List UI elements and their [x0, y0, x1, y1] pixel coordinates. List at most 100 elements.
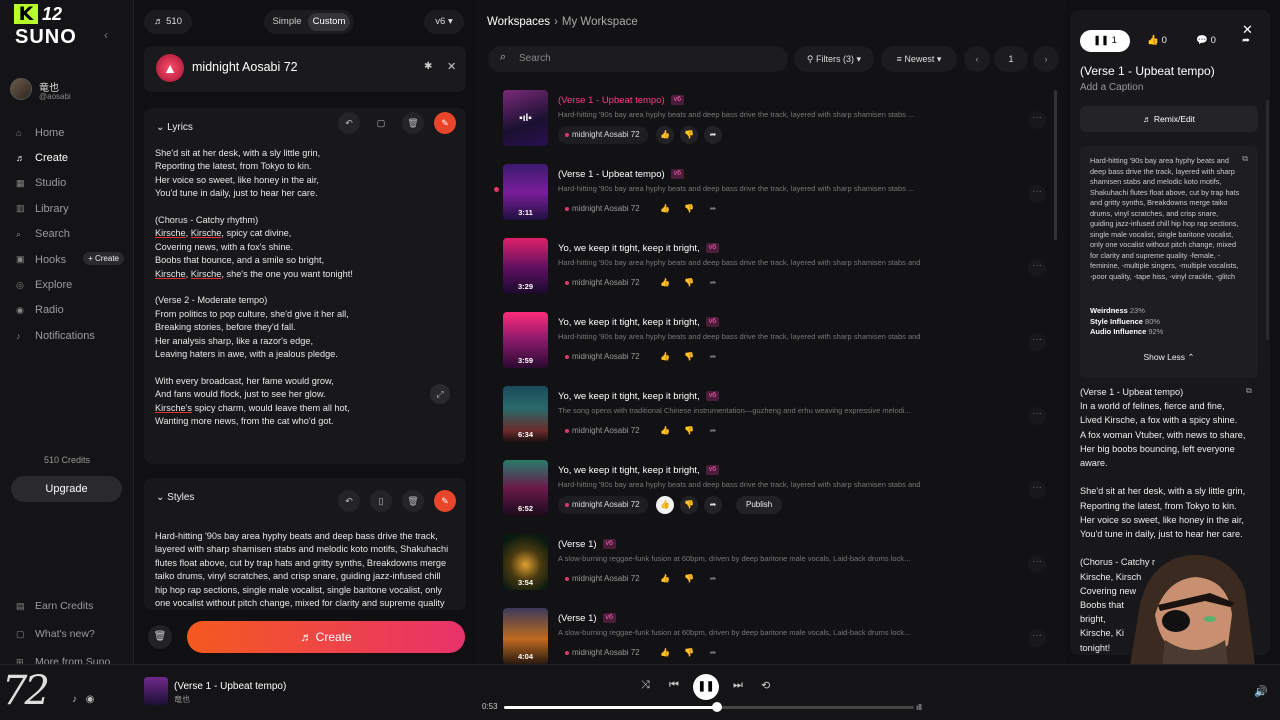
create-button[interactable]: ♬ Create	[187, 621, 465, 653]
song-row[interactable]: 6:52 Yo, we keep it tight, keep it brigh…	[476, 456, 1056, 530]
crumb-workspaces[interactable]: Workspaces	[487, 16, 550, 28]
song-thumbnail[interactable]: 6:52	[503, 460, 548, 516]
share-icon[interactable]: ➦	[704, 274, 722, 292]
nav-notifications[interactable]: ♪ Notifications	[10, 323, 128, 348]
more-options-icon[interactable]: ···	[1028, 111, 1046, 129]
like-icon[interactable]: 👍	[656, 274, 674, 292]
mode-simple-tab[interactable]: Simple	[267, 13, 307, 31]
song-title[interactable]: Yo, we keep it tight, keep it bright, v6	[558, 391, 720, 402]
more-options-icon[interactable]: ···	[1028, 555, 1046, 573]
social-icons[interactable]: ♪ ◉	[72, 694, 95, 705]
persona-card[interactable]: ▲ midnight Aosabi 72 ✱ ✕	[144, 46, 466, 92]
expand-icon[interactable]: ▢	[370, 112, 392, 134]
like-icon[interactable]: 👍	[656, 126, 674, 144]
now-playing-thumbnail[interactable]	[144, 677, 168, 705]
show-less-button[interactable]: Show Less ⌃	[1080, 352, 1258, 363]
song-thumbnail[interactable]: 3:59	[503, 312, 548, 368]
waveform-icon[interactable]: ıll	[916, 703, 922, 712]
persona-chip[interactable]: midnight Aosabi 72	[558, 348, 648, 366]
styles-header[interactable]: ⌄ Styles	[156, 492, 194, 503]
dislike-icon[interactable]: 👎	[680, 422, 698, 440]
remix-edit-button[interactable]: ♬ Remix/Edit	[1080, 106, 1258, 132]
upgrade-button[interactable]: Upgrade	[11, 476, 122, 502]
filters-button[interactable]: ⚲ Filters (3) ▾	[794, 46, 874, 72]
prev-page-button[interactable]: ‹	[964, 46, 990, 72]
next-icon[interactable]: ⏭	[733, 679, 743, 692]
song-title[interactable]: (Verse 1 - Upbeat tempo) v6	[558, 95, 685, 106]
share-icon[interactable]: ➦	[704, 570, 722, 588]
nav-create[interactable]: ♬ Create	[10, 145, 128, 170]
nav-earn-credits[interactable]: ▤ Earn Credits	[10, 592, 130, 620]
like-count[interactable]: 👍 0	[1136, 30, 1178, 52]
more-options-icon[interactable]: ···	[1028, 629, 1046, 647]
lyrics-header[interactable]: ⌄ Lyrics	[156, 122, 193, 133]
repeat-icon[interactable]: ⟲	[761, 679, 770, 692]
more-options-icon[interactable]: ···	[1028, 407, 1046, 425]
share-icon[interactable]: ➦	[704, 126, 722, 144]
user-profile[interactable]: 竜也 @aosabi	[10, 78, 125, 106]
logo[interactable]: K 12 SUNO	[14, 4, 82, 48]
song-row[interactable]: 3:59 Yo, we keep it tight, keep it brigh…	[476, 308, 1056, 382]
now-playing-artist[interactable]: 竜也	[174, 694, 190, 705]
scroll-down-button[interactable]: ⤢	[430, 384, 450, 404]
magic-wand-icon[interactable]: ✎	[434, 112, 456, 134]
nav-search[interactable]: ⌕ Search	[10, 222, 128, 247]
song-title[interactable]: Yo, we keep it tight, keep it bright, v6	[558, 317, 720, 328]
publish-button[interactable]: Publish	[736, 496, 783, 514]
share-icon[interactable]: ➦	[704, 348, 722, 366]
pause-button[interactable]: ❚❚	[693, 674, 719, 700]
styles-textarea[interactable]: Hard-hitting '90s bay area hyphy beats a…	[155, 530, 455, 610]
add-caption[interactable]: Add a Caption	[1080, 82, 1143, 93]
page-number[interactable]: 1	[994, 46, 1028, 72]
sort-button[interactable]: ≡ Newest ▾	[881, 46, 957, 72]
nav-radio[interactable]: ◉ Radio	[10, 298, 128, 323]
song-thumbnail[interactable]: ▪ıl▪	[503, 90, 548, 146]
persona-chip[interactable]: midnight Aosabi 72	[558, 644, 648, 662]
dislike-icon[interactable]: 👎	[680, 274, 698, 292]
like-icon[interactable]: 👍	[656, 422, 674, 440]
close-details-icon[interactable]: ✕	[1242, 22, 1253, 38]
expand-icon[interactable]: ▯	[370, 490, 392, 512]
credits-pill[interactable]: ♬ 510	[144, 10, 192, 34]
play-count[interactable]: ❚❚ 1	[1080, 30, 1130, 52]
more-options-icon[interactable]: ···	[1028, 481, 1046, 499]
song-row[interactable]: 6:34 Yo, we keep it tight, keep it brigh…	[476, 382, 1056, 456]
nav-library[interactable]: ▥ Library	[10, 196, 128, 221]
trash-icon[interactable]: 🗑	[402, 112, 424, 134]
like-icon[interactable]: 👍	[656, 644, 674, 662]
copy-icon[interactable]: ⧉	[1246, 386, 1252, 396]
dislike-icon[interactable]: 👎	[680, 496, 698, 514]
persona-chip[interactable]: midnight Aosabi 72	[558, 422, 648, 440]
song-title[interactable]: Yo, we keep it tight, keep it bright, v6	[558, 243, 720, 254]
share-icon[interactable]: ➦	[704, 496, 722, 514]
persona-chip[interactable]: midnight Aosabi 72	[558, 200, 648, 218]
shuffle-icon[interactable]: ⤨	[641, 679, 650, 692]
like-icon[interactable]: 👍	[656, 570, 674, 588]
like-icon[interactable]: 👍	[656, 496, 674, 514]
nav-home[interactable]: ⌂ Home	[10, 120, 128, 145]
previous-icon[interactable]: ⏮	[669, 679, 679, 692]
song-thumbnail[interactable]: 4:04	[503, 608, 548, 664]
persona-chip[interactable]: midnight Aosabi 72	[558, 126, 648, 144]
trash-icon[interactable]: 🗑	[402, 490, 424, 512]
nav-hooks[interactable]: ▣ Hooks + Create	[10, 247, 128, 272]
song-thumbnail[interactable]: 3:11	[503, 164, 548, 220]
mode-custom-tab[interactable]: Custom	[308, 13, 350, 31]
like-icon[interactable]: 👍	[656, 200, 674, 218]
more-options-icon[interactable]: ···	[1028, 185, 1046, 203]
share-icon[interactable]: ➦	[704, 200, 722, 218]
nav-whats-new[interactable]: ▢ What's new?	[10, 620, 130, 648]
list-scrollbar[interactable]	[1054, 90, 1057, 240]
song-row[interactable]: 3:54 (Verse 1) v6 A slow-burning reggae-f…	[476, 530, 1056, 604]
song-row[interactable]: 3:29 Yo, we keep it tight, keep it brigh…	[476, 234, 1056, 308]
copy-icon[interactable]: ⧉	[1242, 154, 1248, 164]
gear-icon[interactable]: ✱	[424, 61, 432, 72]
lyrics-textarea[interactable]: She'd sit at her desk, with a sly little…	[155, 147, 451, 429]
persona-chip[interactable]: midnight Aosabi 72	[558, 496, 648, 514]
search-input[interactable]: ⌕ Search	[488, 46, 788, 72]
dislike-icon[interactable]: 👎	[680, 570, 698, 588]
persona-chip[interactable]: midnight Aosabi 72	[558, 274, 648, 292]
song-row[interactable]: ▪ıl▪ (Verse 1 - Upbeat tempo) v6 Hard-hit…	[476, 86, 1056, 160]
like-icon[interactable]: 👍	[656, 348, 674, 366]
song-row[interactable]: 3:11 (Verse 1 - Upbeat tempo) v6 Hard-hit…	[476, 160, 1056, 234]
